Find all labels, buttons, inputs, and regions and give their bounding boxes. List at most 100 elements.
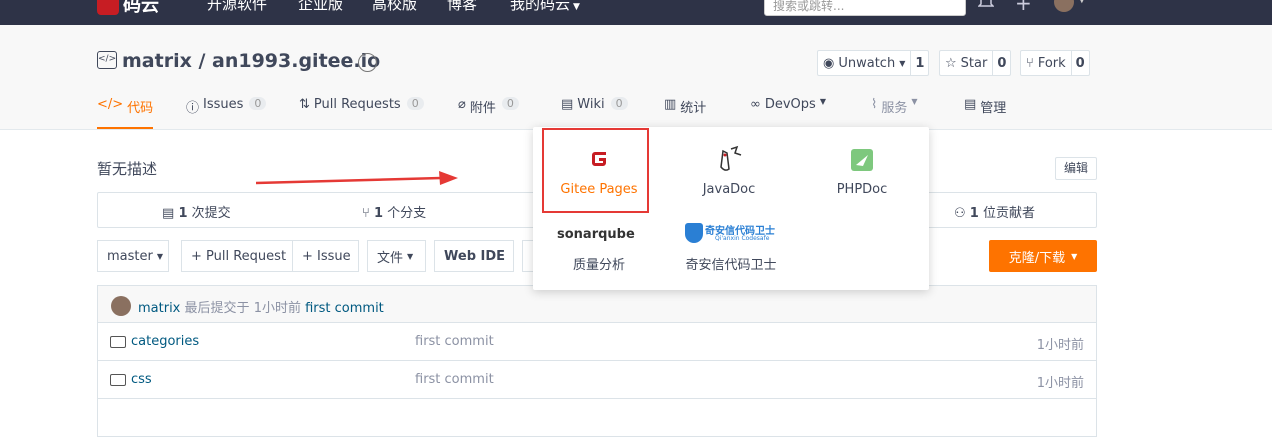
commit-icon: ▤ [162,206,175,221]
search-input[interactable]: 搜索或跳转... [764,0,966,16]
logo-text: 码云 [123,0,159,16]
files-dropdown[interactable]: 文件 ▼ [367,240,426,272]
edit-button[interactable]: 编辑 [1055,157,1097,180]
recommend-icon[interactable] [358,53,377,72]
tab-devops[interactable]: ∞ DevOps ▼ [750,97,826,129]
pull-request-icon: ⇅ [299,97,310,112]
qianxin-logo-sub: Qi'anxin Codesafe [715,235,770,242]
commits-unit: 次提交 [191,206,231,221]
table-row[interactable]: css first commit 1小时前 [97,361,1097,399]
tab-attachments-count: 0 [501,97,519,110]
nav-my-gitee[interactable]: 我的码云 ▼ [510,0,580,14]
commit-time: 1小时前 [253,301,301,316]
fork-count[interactable]: 0 [1072,51,1089,75]
branches-stat[interactable]: ⑂ 1 个分支 [362,202,426,221]
tab-manage[interactable]: ▤ 管理 [964,97,1006,129]
table-row[interactable] [97,399,1097,437]
tab-code[interactable]: </> 代码 [97,97,153,129]
repo-title[interactable]: matrix / an1993.gitee.io [122,50,380,72]
nav-enterprise[interactable]: 企业版 [298,0,343,14]
nav-university[interactable]: 高校版 [372,0,417,14]
clone-download-button[interactable]: 克隆/下载 ▼ [989,240,1097,272]
chevron-down-icon: ▼ [911,97,918,106]
book-icon: ▤ [561,97,574,112]
service-javadoc[interactable]: JavaDoc [677,135,781,215]
sonarqube-logo: sonarqube [557,227,635,242]
commits-count: 1 [178,206,188,221]
commits-stat[interactable]: ▤ 1 次提交 [162,202,231,221]
file-commit-message[interactable]: first commit [415,334,494,349]
commit-author[interactable]: matrix [138,301,180,316]
branch-select[interactable]: master ▼ [97,240,169,272]
nav-open-source[interactable]: 开源软件 [207,0,267,14]
watch-button[interactable]: ◉ Unwatch ▼ 1 [817,50,930,76]
branches-count: 1 [373,206,383,221]
last-commit-info: matrix 最后提交于 1小时前 first commit [138,297,384,316]
watch-label: Unwatch [838,55,896,71]
plus-icon[interactable]: + [1015,0,1032,15]
file-commit-message[interactable]: first commit [415,372,494,387]
code-icon: </> [97,97,124,112]
chevron-down-icon: ▼ [1071,251,1078,261]
chevron-down-icon: ▼ [899,58,906,68]
file-name[interactable]: css [131,372,152,387]
phpdoc-icon [851,149,873,171]
issues-icon: ⓘ [186,101,200,116]
annotation-arrow [256,171,458,185]
commit-text: 最后提交于 [184,301,250,316]
fork-label: Fork [1037,55,1066,71]
repo-header: </> matrix / an1993.gitee.io ◉ Unwatch ▼ 1… [0,25,1272,130]
tab-pull-requests[interactable]: ⇅ Pull Requests 0 [299,97,424,129]
tab-issues-count: 0 [249,97,267,110]
file-time: 1小时前 [1036,376,1084,391]
repo-description: 暂无描述 [97,160,158,178]
tab-pr-label: Pull Requests [313,97,401,112]
avatar[interactable] [111,296,131,316]
table-row[interactable]: categories first commit 1小时前 [97,323,1097,361]
tab-attachments[interactable]: ⌀ 附件 0 [458,97,519,129]
star-label: Star [960,55,988,71]
top-navbar: 码云 开源软件 企业版 高校版 博客 我的码云▼ 搜索或跳转... + ▼ [0,0,1272,25]
gitee-logo[interactable]: 码云 [97,0,159,16]
user-avatar[interactable] [1054,0,1074,12]
folder-icon [110,374,126,386]
star-button[interactable]: ☆ Star 0 [939,50,1012,76]
tab-services-label: 服务 [881,101,908,116]
tab-pr-count: 0 [406,97,424,110]
service-qianxin[interactable]: 奇安信代码卫士 Qi'anxin Codesafe 奇安信代码卫士 [671,219,791,299]
paperclip-icon: ⌀ [458,97,466,112]
star-count[interactable]: 0 [993,51,1010,75]
phpdoc-label: PHPDoc [836,182,888,197]
file-name[interactable]: categories [131,334,199,349]
chevron-down-icon[interactable]: ▼ [1078,0,1086,5]
eye-icon: ◉ [823,55,835,71]
tab-wiki[interactable]: ▤ Wiki 0 [561,97,628,129]
bell-icon[interactable] [978,0,994,8]
tab-services[interactable]: ⌇ 服务 ▼ [871,97,918,129]
javadoc-label: JavaDoc [702,182,756,197]
folder-icon [110,336,126,348]
chevron-down-icon: ▼ [819,97,826,106]
service-sonarqube[interactable]: sonarqube 质量分析 [547,219,651,299]
commit-message[interactable]: first commit [305,301,384,316]
tab-stats[interactable]: ▥ 统计 [664,97,706,129]
fork-button[interactable]: ⑂ Fork 0 [1020,50,1090,76]
tab-issues[interactable]: ⓘ Issues 0 [186,97,267,129]
tab-code-label: 代码 [127,101,154,116]
clone-label: 克隆/下载 [1008,250,1066,266]
fork-icon: ⑂ [1026,55,1034,71]
bar-chart-icon: ▥ [664,97,677,112]
manage-icon: ▤ [964,97,977,112]
new-pull-request-button[interactable]: + Pull Request [181,240,293,272]
nav-blog[interactable]: 博客 [447,0,477,14]
tab-issues-label: Issues [203,97,244,112]
tab-devops-label: DevOps [764,97,816,112]
chevron-down-icon: ▼ [156,251,163,261]
logo-mark-icon [97,0,119,15]
contributors-stat[interactable]: ⚇ 1 位贡献者 [954,202,1035,221]
service-phpdoc[interactable]: PHPDoc [810,135,914,215]
watch-count[interactable]: 1 [911,51,928,75]
new-issue-button[interactable]: + Issue [292,240,359,272]
tab-wiki-label: Wiki [577,97,605,112]
web-ide-button[interactable]: Web IDE [434,240,514,272]
